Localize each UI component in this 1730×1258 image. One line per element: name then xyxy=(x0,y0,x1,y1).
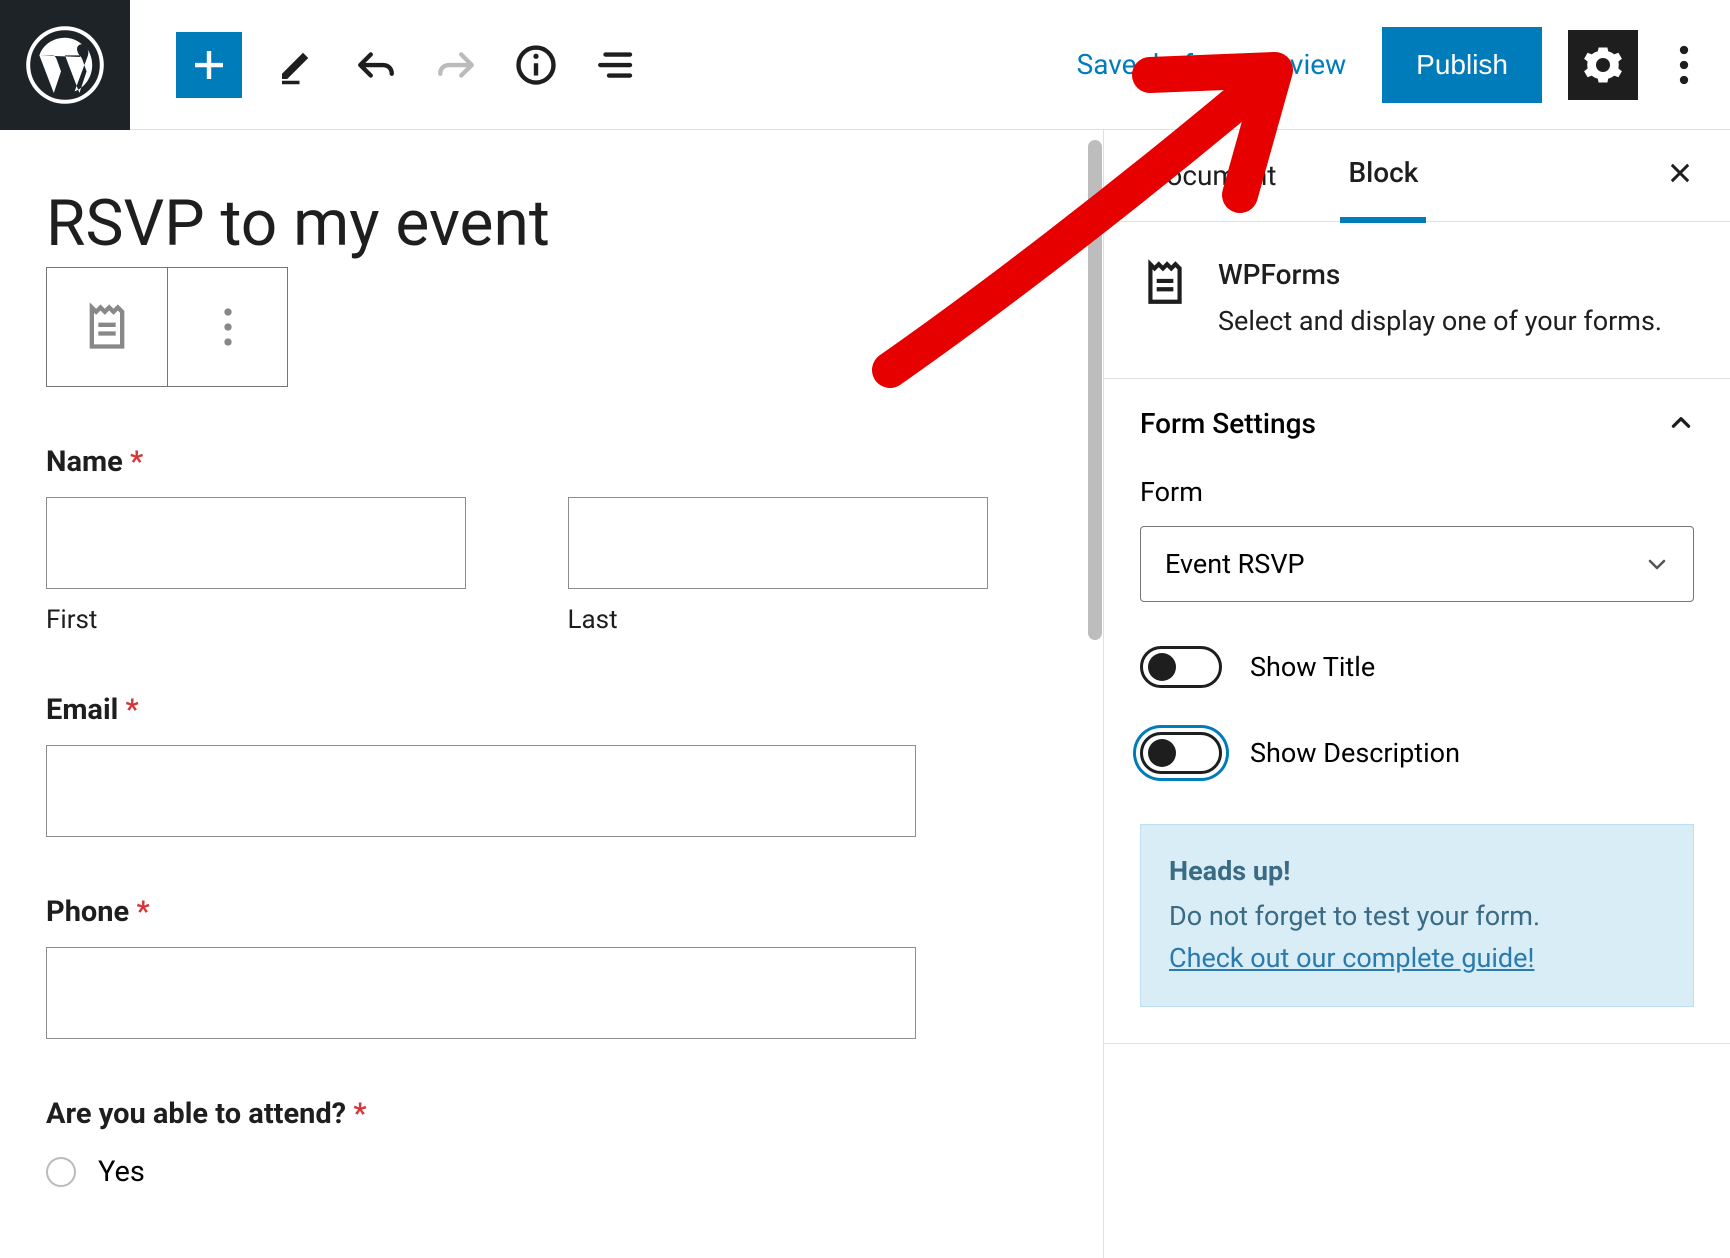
toolbar-right: Save draft Preview Publish xyxy=(1067,27,1730,103)
field-label: Phone * xyxy=(46,895,1057,929)
wordpress-logo[interactable] xyxy=(0,0,130,130)
radio-label: Yes xyxy=(98,1155,145,1189)
pencil-icon xyxy=(275,44,317,86)
toggle-description-switch[interactable] xyxy=(1140,732,1222,774)
panel-toggle[interactable]: Form Settings xyxy=(1104,379,1730,468)
close-icon xyxy=(1666,159,1694,187)
sidebar-tabs: Document Block xyxy=(1104,130,1730,222)
redo-button xyxy=(430,39,482,91)
kebab-icon xyxy=(223,307,233,347)
field-phone: Phone * xyxy=(46,895,1057,1039)
last-name-input[interactable] xyxy=(568,497,988,589)
tab-document[interactable]: Document xyxy=(1140,131,1284,220)
toggle-title-switch[interactable] xyxy=(1140,646,1222,688)
block-header: WPForms Select and display one of your f… xyxy=(1104,222,1730,379)
more-options-button[interactable] xyxy=(1664,40,1704,90)
notice-link[interactable]: Check out our complete guide! xyxy=(1169,942,1534,974)
block-icon xyxy=(1140,258,1190,308)
plus-icon xyxy=(188,44,230,86)
main-layout: RSVP to my event Name * First Last xyxy=(0,130,1730,1258)
scrollbar[interactable] xyxy=(1088,140,1102,640)
notice-text: Do not forget to test your form. xyxy=(1169,900,1540,932)
form-icon xyxy=(81,301,133,353)
form-icon xyxy=(1140,258,1190,308)
field-label: Email * xyxy=(46,693,1057,727)
publish-button[interactable]: Publish xyxy=(1382,27,1542,103)
info-button[interactable] xyxy=(510,39,562,91)
kebab-icon xyxy=(1679,45,1689,85)
radio-option-yes[interactable]: Yes xyxy=(46,1155,1057,1189)
form-select-label: Form xyxy=(1140,476,1694,508)
first-name-input[interactable] xyxy=(46,497,466,589)
undo-button[interactable] xyxy=(350,39,402,91)
post-title[interactable]: RSVP to my event xyxy=(46,186,1057,261)
outline-button[interactable] xyxy=(590,39,642,91)
chevron-down-icon xyxy=(1645,552,1669,576)
toggle-label: Show Title xyxy=(1250,651,1375,683)
list-icon xyxy=(595,44,637,86)
block-title: WPForms xyxy=(1218,258,1662,291)
close-sidebar-button[interactable] xyxy=(1666,157,1694,195)
undo-icon xyxy=(355,44,397,86)
heads-up-notice: Heads up! Do not forget to test your for… xyxy=(1140,824,1694,1008)
settings-sidebar: Document Block WPForms Select and displa… xyxy=(1103,130,1730,1258)
block-more-button[interactable] xyxy=(167,268,287,386)
top-toolbar: Save draft Preview Publish xyxy=(0,0,1730,130)
settings-button[interactable] xyxy=(1568,30,1638,100)
field-attend: Are you able to attend? * Yes xyxy=(46,1097,1057,1189)
draw-tool-button[interactable] xyxy=(270,39,322,91)
toggle-label: Show Description xyxy=(1250,737,1460,769)
block-toolbar xyxy=(46,267,288,387)
field-label: Are you able to attend? * xyxy=(46,1097,1057,1131)
chevron-up-icon xyxy=(1668,410,1694,436)
field-name: Name * First Last xyxy=(46,445,1057,635)
field-label: Name * xyxy=(46,445,1057,479)
form-select-value: Event RSVP xyxy=(1165,548,1305,580)
field-email: Email * xyxy=(46,693,1057,837)
editor-canvas: RSVP to my event Name * First Last xyxy=(0,130,1103,1258)
panel-title: Form Settings xyxy=(1140,407,1316,440)
block-description: Select and display one of your forms. xyxy=(1218,301,1662,342)
panel-form-settings: Form Settings Form Event RSVP Show Title… xyxy=(1104,379,1730,1045)
toggle-show-description: Show Description xyxy=(1140,732,1694,774)
add-block-button[interactable] xyxy=(176,32,242,98)
gear-icon xyxy=(1582,44,1624,86)
email-input[interactable] xyxy=(46,745,916,837)
preview-button[interactable]: Preview xyxy=(1238,40,1356,89)
wordpress-icon xyxy=(25,25,105,105)
block-type-button[interactable] xyxy=(47,268,167,386)
radio-icon xyxy=(46,1157,76,1187)
first-sublabel: First xyxy=(46,605,536,635)
phone-input[interactable] xyxy=(46,947,916,1039)
info-icon xyxy=(515,44,557,86)
toggle-show-title: Show Title xyxy=(1140,646,1694,688)
form-select[interactable]: Event RSVP xyxy=(1140,526,1694,602)
redo-icon xyxy=(435,44,477,86)
tab-block[interactable]: Block xyxy=(1340,128,1426,223)
save-draft-button[interactable]: Save draft xyxy=(1067,40,1213,89)
toolbar-left xyxy=(130,32,642,98)
last-sublabel: Last xyxy=(568,605,1058,635)
notice-heading: Heads up! xyxy=(1169,851,1665,893)
